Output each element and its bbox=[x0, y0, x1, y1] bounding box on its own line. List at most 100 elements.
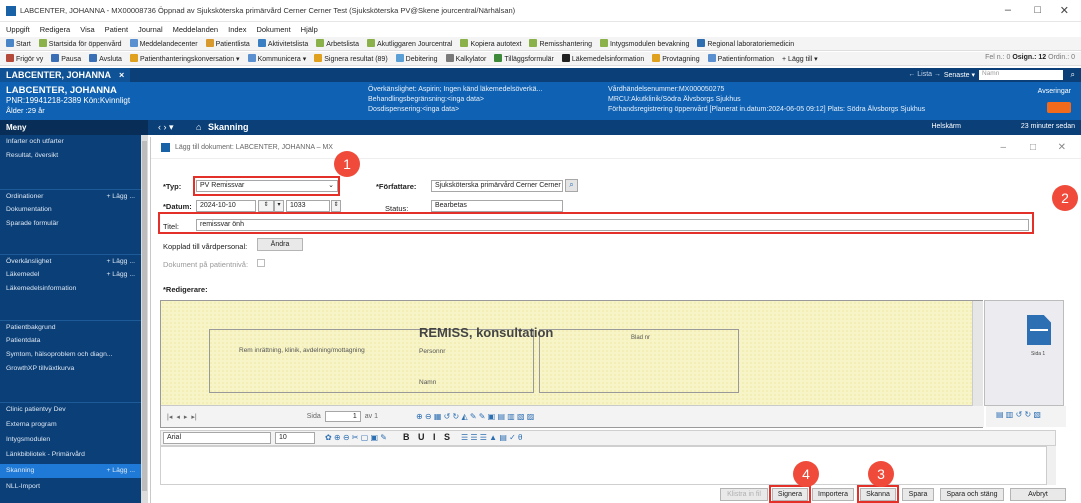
tb-arbetslista[interactable]: Arbetslista bbox=[316, 39, 359, 48]
tb-startsida[interactable]: Startsida för öppenvård bbox=[38, 39, 122, 48]
osign-counter[interactable]: Osign.: 12 bbox=[1012, 54, 1046, 61]
page-input[interactable]: 1 bbox=[324, 411, 361, 422]
patientniva-checkbox[interactable] bbox=[257, 259, 265, 267]
allergy-info[interactable]: Överkänslighet: Aspirin; Ingen känd läke… bbox=[368, 86, 542, 93]
tb-meddelandecenter[interactable]: Meddelandecenter bbox=[129, 39, 198, 48]
sidebar-item-externa-program[interactable]: Externa program bbox=[0, 418, 141, 432]
sidebar-scrollbar[interactable] bbox=[141, 135, 148, 503]
signera-button[interactable]: Signera bbox=[772, 488, 808, 501]
lista-nav[interactable]: ← Lista → bbox=[908, 71, 941, 78]
menu-meddelanden[interactable]: Meddelanden bbox=[173, 25, 218, 34]
tb-lagg-till[interactable]: + Lägg till ▾ bbox=[782, 55, 818, 63]
time-field[interactable]: 1033 bbox=[286, 200, 330, 212]
close-tab-icon[interactable]: × bbox=[119, 70, 124, 80]
text-editor-area[interactable] bbox=[160, 446, 1056, 485]
sidebar-item-growthxp[interactable]: GrowthXP tillväxtkurva bbox=[0, 362, 141, 376]
menu-redigera[interactable]: Redigera bbox=[40, 25, 70, 34]
spara-och-stang-button[interactable]: Spara och stäng bbox=[940, 488, 1004, 501]
forfattare-field[interactable]: Sjuksköterska primärvård Cerner Cerner T… bbox=[431, 180, 563, 192]
sidebar-item-lakemedelsinformation[interactable]: Läkemedelsinformation bbox=[0, 282, 141, 296]
next-page-icon[interactable]: ▸ bbox=[184, 413, 188, 421]
tb-intygsmodulen[interactable]: Intygsmodulen bevakning bbox=[599, 39, 689, 48]
sidebar-item-nll-import[interactable]: NLL-Import bbox=[0, 480, 141, 494]
sidebar-scroll-thumb[interactable] bbox=[142, 141, 147, 491]
search-author-button[interactable]: ⌕ bbox=[565, 179, 578, 192]
menu-visa[interactable]: Visa bbox=[80, 25, 94, 34]
tb-avsluta[interactable]: Avsluta bbox=[89, 54, 122, 63]
menu-dokument[interactable]: Dokument bbox=[256, 25, 290, 34]
tb-tillaggsformular[interactable]: Tilläggsformulär bbox=[494, 54, 554, 63]
datum-dropdown[interactable]: ▾ bbox=[274, 200, 284, 212]
sidebar-item-sparade-formular[interactable]: Sparade formulär bbox=[0, 217, 141, 231]
component-nav[interactable]: ‹ › ▾ bbox=[158, 122, 174, 133]
align-tools[interactable]: ☰ ☰ ☰ ▲ ▤ ✓ θ bbox=[461, 433, 522, 442]
sidebar-item-patientdata[interactable]: Patientdata bbox=[0, 334, 141, 348]
patient-search-input[interactable]: Namn bbox=[979, 70, 1063, 80]
thumb-tools[interactable]: ▤ ▥ ↺ ↻ ▧ bbox=[986, 406, 1066, 427]
tb-patientlista[interactable]: Patientlista bbox=[205, 39, 250, 48]
tb-patientinformation[interactable]: Patientinformation bbox=[707, 54, 774, 63]
skanna-button[interactable]: Skanna bbox=[860, 488, 896, 501]
tb-start[interactable]: Start bbox=[6, 39, 31, 48]
maximize-button[interactable]: □ bbox=[1034, 4, 1041, 16]
spara-button[interactable]: Spara bbox=[902, 488, 934, 501]
sidebar-item-resultat[interactable]: Resultat, översikt bbox=[0, 149, 141, 163]
andra-button[interactable]: Ändra bbox=[257, 238, 303, 251]
tb-aktivitetslista[interactable]: Aktivitetslista bbox=[257, 39, 308, 48]
font-size-select[interactable]: 10 bbox=[275, 432, 315, 444]
home-icon[interactable]: ⌂ bbox=[196, 122, 201, 132]
sidebar-item-lankbibliotek[interactable]: Länkbibliotek - Primärvård bbox=[0, 448, 141, 462]
sidebar-item-ordinationer[interactable]: Ordinationer + Lägg ... bbox=[0, 189, 141, 203]
close-button[interactable]: ✕ bbox=[1060, 4, 1069, 17]
sidebar-item-clinic-patientvy[interactable]: Clinic patientvy Dev bbox=[0, 402, 141, 416]
fel-counter[interactable]: Fel n.: 0 bbox=[985, 54, 1010, 61]
add-skanning-button[interactable]: + Lägg ... bbox=[106, 467, 135, 474]
tb-kommunicera[interactable]: Kommunicera ▾ bbox=[247, 54, 306, 63]
importera-button[interactable]: Importera bbox=[812, 488, 854, 501]
minimize-button[interactable]: – bbox=[1005, 4, 1011, 16]
font-select[interactable]: Arial bbox=[163, 432, 271, 444]
edit-tools[interactable]: ✿ ⊕ ⊖ ✂ ▢ ▣ ✎ bbox=[325, 433, 387, 442]
sidebar-item-overkanslighet[interactable]: Överkänslighet + Lägg ... bbox=[0, 254, 141, 268]
menu-hjalp[interactable]: Hjälp bbox=[301, 25, 318, 34]
menu-index[interactable]: Index bbox=[228, 25, 246, 34]
tb-akutliggaren[interactable]: Akutliggaren Jourcentral bbox=[366, 39, 452, 48]
search-icon[interactable]: ⌕ bbox=[1071, 70, 1075, 80]
tb-provtagning[interactable]: Provtagning bbox=[652, 54, 700, 63]
prev-page-icon[interactable]: ◂ bbox=[176, 413, 180, 421]
tb-lakemedelsinformation[interactable]: Läkemedelsinformation bbox=[561, 54, 644, 63]
ordin-counter[interactable]: Ordin.: 0 bbox=[1048, 54, 1075, 61]
text-style-buttons[interactable]: B U I S bbox=[403, 432, 453, 442]
doc-scrollbar[interactable] bbox=[972, 301, 983, 406]
add-lakemedel-button[interactable]: + Lägg ... bbox=[106, 271, 135, 278]
datum-spinner[interactable]: ⇕ bbox=[258, 200, 274, 212]
text-scrollbar[interactable] bbox=[1046, 446, 1056, 485]
tb-kopiera-autotext[interactable]: Kopiera autotext bbox=[460, 39, 521, 48]
time-spinner[interactable]: ⇕ bbox=[331, 200, 341, 212]
sidebar-item-skanning[interactable]: Skanning + Lägg ... bbox=[0, 464, 141, 478]
typ-select[interactable]: PV Remissvar ⌄ bbox=[196, 180, 338, 192]
first-page-icon[interactable]: |◂ bbox=[167, 413, 172, 421]
sidebar-item-lakemedel[interactable]: Läkemedel + Lägg ... bbox=[0, 268, 141, 282]
patient-tab[interactable]: LABCENTER, JOHANNA × bbox=[0, 68, 131, 82]
tb-regional-lab[interactable]: Regional laboratoriemedicin bbox=[697, 39, 794, 48]
sidebar-item-patientbakgrund[interactable]: Patientbakgrund bbox=[0, 320, 141, 334]
dialog-minimize-button[interactable]: – bbox=[1000, 142, 1006, 153]
dialog-close-button[interactable]: ✕ bbox=[1058, 142, 1066, 153]
datum-field[interactable]: 2024-10-10 bbox=[196, 200, 256, 212]
sidebar-item-dokumentation[interactable]: Dokumentation bbox=[0, 203, 141, 217]
senaste-dropdown[interactable]: Senaste ▾ bbox=[944, 71, 975, 79]
last-page-icon[interactable]: ▸| bbox=[191, 413, 196, 421]
add-ordination-button[interactable]: + Lägg ... bbox=[106, 193, 135, 200]
klistra-in-button[interactable]: Klistra in fil bbox=[720, 488, 768, 501]
sidebar-item-intygsmodulen[interactable]: Intygsmodulen bbox=[0, 433, 141, 447]
alert-badge[interactable] bbox=[1047, 102, 1071, 113]
tb-debitering[interactable]: Debitering bbox=[395, 54, 438, 63]
tb-frigor-vy[interactable]: Frigör vy bbox=[6, 54, 43, 63]
tb-remisshantering[interactable]: Remisshantering bbox=[529, 39, 592, 48]
menu-uppgift[interactable]: Uppgift bbox=[6, 25, 30, 34]
tb-patientkonversation[interactable]: Patienthanteringskonversation ▾ bbox=[129, 54, 240, 63]
titel-input[interactable]: remissvar önh bbox=[196, 219, 1029, 231]
menu-journal[interactable]: Journal bbox=[138, 25, 163, 34]
avseringar-label[interactable]: Avseringar bbox=[1038, 88, 1071, 95]
